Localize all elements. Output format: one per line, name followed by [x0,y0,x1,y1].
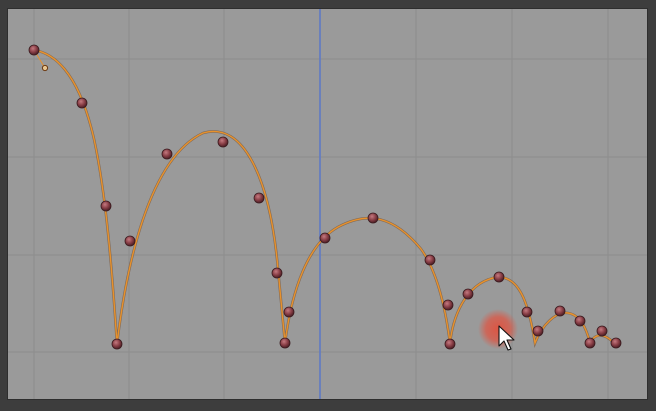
bezier-handle[interactable] [41,64,49,72]
keyframe-point[interactable] [217,136,229,148]
keyframe-point[interactable] [521,306,533,318]
keyframe-point[interactable] [584,337,596,349]
fcurve-shadow [33,48,615,348]
keyframe-point[interactable] [462,288,474,300]
keyframe-point[interactable] [283,306,295,318]
keyframe-point[interactable] [424,254,436,266]
keyframe-point[interactable] [493,271,505,283]
keyframe-point[interactable] [574,315,586,327]
keyframe-point[interactable] [76,97,88,109]
keyframe-point[interactable] [271,267,283,279]
graph-viewport[interactable] [7,8,648,400]
fcurve-bounce[interactable] [33,49,615,346]
keyframe-point[interactable] [554,305,566,317]
keyframe-point[interactable] [319,232,331,244]
graph-canvas[interactable] [8,9,648,400]
keyframe-point[interactable] [442,299,454,311]
keyframe-point[interactable] [367,212,379,224]
keyframe-point[interactable] [253,192,265,204]
keyframe-point[interactable] [124,235,136,247]
keyframe-point[interactable] [596,325,608,337]
keyframe-point[interactable] [532,325,544,337]
keyframe-point[interactable] [111,338,123,350]
keyframe-point[interactable] [279,337,291,349]
keyframe-point[interactable] [161,148,173,160]
keyframe-point[interactable] [28,44,40,56]
click-indicator [478,309,518,349]
keyframe-point[interactable] [100,200,112,212]
keyframe-point[interactable] [444,338,456,350]
keyframe-point[interactable] [610,337,622,349]
graph-editor-frame [0,0,656,411]
